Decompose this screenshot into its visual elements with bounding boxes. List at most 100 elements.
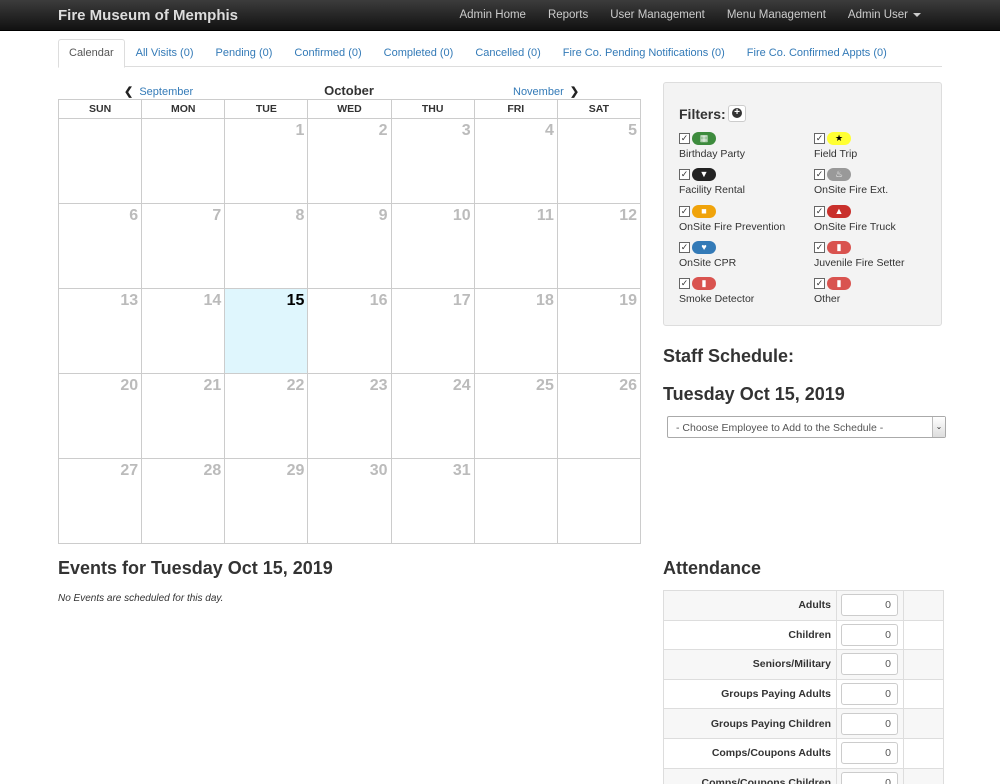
calendar-day-cell[interactable]: 11	[473, 203, 558, 289]
calendar-day-cell[interactable]: 25	[473, 373, 558, 459]
calendar-day-cell[interactable]: 18	[473, 288, 558, 374]
day-number: 13	[120, 292, 139, 309]
filter-item[interactable]: ✓ ▦ Birthday Party	[679, 132, 809, 167]
calendar-day-cell[interactable]: 6	[57, 203, 143, 289]
day-number: 5	[628, 122, 637, 139]
calendar-day-cell[interactable]: 22	[224, 373, 309, 459]
employee-select[interactable]: - Choose Employee to Add to the Schedule…	[667, 416, 946, 438]
tab-confirmed[interactable]: Confirmed (0)	[283, 39, 372, 66]
calendar-day-cell[interactable]: 29	[224, 458, 309, 544]
nav-user-management[interactable]: User Management	[599, 0, 716, 31]
nav-reports[interactable]: Reports	[537, 0, 599, 31]
calendar-day-cell[interactable]: 10	[390, 203, 475, 289]
attendance-count-input[interactable]: 0	[841, 771, 898, 784]
attendance-count-input[interactable]: 0	[841, 653, 898, 676]
calendar-day-cell[interactable]: 30	[307, 458, 392, 544]
filter-checkbox[interactable]: ✓	[679, 133, 690, 144]
attendance-input-cell: 0	[836, 619, 904, 651]
day-number: 19	[619, 292, 637, 309]
attendance-count-input[interactable]: 0	[841, 594, 898, 617]
add-filter-button[interactable]: +	[728, 105, 746, 122]
nav-menu-management[interactable]: Menu Management	[716, 0, 837, 31]
tab-pending[interactable]: Pending (0)	[205, 39, 284, 66]
day-number: 23	[369, 377, 388, 394]
calendar-day-cell[interactable]: 1	[224, 118, 309, 204]
calendar-day-cell[interactable]: 8	[224, 203, 309, 289]
filter-item[interactable]: ✓ ♥ OnSite CPR	[679, 240, 809, 276]
attendance-row: Groups Paying Adults 0	[663, 678, 944, 710]
road-icon: ▲	[827, 204, 851, 218]
filter-checkbox[interactable]: ✓	[814, 241, 825, 253]
filter-item[interactable]: ✓ ♨ OnSite Fire Ext.	[814, 168, 944, 203]
calendar-day-cell[interactable]: 7	[141, 203, 226, 289]
filter-item[interactable]: ✓ ▼ Facility Rental	[679, 168, 809, 203]
calendar-day-cell[interactable]: 4	[473, 118, 558, 204]
filter-checkbox[interactable]: ✓	[814, 205, 825, 217]
calendar-day-cell[interactable]: 9	[307, 203, 392, 289]
day-number: 22	[286, 377, 305, 394]
day-number: 9	[378, 207, 388, 224]
calendar-day-cell[interactable]: 5	[556, 118, 642, 204]
attendance-extra-cell	[903, 708, 944, 739]
calendar-day-cell[interactable]: 12	[556, 203, 642, 289]
attendance-extra-cell	[903, 767, 944, 784]
calendar-week-row: 13 14 15 16 17 18 19	[57, 288, 642, 374]
day-number: 28	[203, 462, 222, 479]
attendance-row: Comps/Coupons Adults 0	[663, 737, 944, 769]
nav-admin-home[interactable]: Admin Home	[448, 0, 536, 31]
nav-admin-user-dropdown[interactable]: Admin User	[837, 0, 932, 31]
tab-fire-co-confirmed[interactable]: Fire Co. Confirmed Appts (0)	[736, 39, 898, 66]
filter-label: Facility Rental	[679, 184, 745, 197]
tab-calendar[interactable]: Calendar	[58, 39, 125, 68]
filter-item[interactable]: ✓ ▲ OnSite Fire Truck	[814, 204, 944, 240]
brand-title[interactable]: Fire Museum of Memphis	[58, 7, 238, 24]
calendar-day-cell[interactable]: 14	[141, 288, 226, 374]
attendance-count-input[interactable]: 0	[841, 623, 898, 646]
tab-completed[interactable]: Completed (0)	[373, 39, 465, 66]
attendance-count-input[interactable]: 0	[841, 683, 898, 706]
filter-checkbox[interactable]: ✓	[814, 169, 825, 181]
filter-item[interactable]: ✓ ■ OnSite Fire Prevention	[679, 204, 809, 240]
attendance-count-input[interactable]: 0	[841, 712, 898, 735]
tab-all-visits[interactable]: All Visits (0)	[125, 39, 205, 66]
calendar-day-cell[interactable]: 27	[57, 458, 143, 544]
calendar-day-cell[interactable]: 17	[390, 288, 475, 374]
filter-checkbox[interactable]: ✓	[679, 169, 690, 181]
weekday-thu: THU	[390, 99, 475, 119]
calendar-day-cell[interactable]: 19	[556, 288, 642, 374]
next-month-link[interactable]: November ❯	[513, 85, 579, 98]
calendar-day-cell[interactable]: 31	[390, 458, 475, 544]
filter-label: Birthday Party	[679, 148, 745, 160]
calendar-day-cell[interactable]: 16	[307, 288, 392, 374]
filter-checkbox[interactable]: ✓	[679, 278, 690, 290]
star-icon: ★	[827, 132, 851, 145]
filter-item[interactable]: ✓ ▮ Smoke Detector	[679, 277, 809, 312]
attendance-count-input[interactable]: 0	[841, 742, 898, 765]
calendar-day-cell[interactable]: 26	[556, 373, 642, 459]
day-number: 10	[452, 207, 471, 224]
tab-fire-co-pending[interactable]: Fire Co. Pending Notifications (0)	[552, 39, 736, 66]
filter-checkbox[interactable]: ✓	[814, 278, 825, 290]
filter-item[interactable]: ✓ ▮ Other	[814, 277, 944, 312]
calendar-day-cell[interactable]: 28	[141, 458, 226, 544]
calendar-day-cell[interactable]: 21	[141, 373, 226, 459]
calendar-day-cell[interactable]: 2	[307, 118, 392, 204]
calendar-day-cell[interactable]: 13	[57, 288, 143, 374]
filter-checkbox[interactable]: ✓	[814, 133, 825, 144]
chevron-right-icon: ❯	[569, 86, 580, 98]
calendar-day-cell[interactable]: 20	[57, 373, 143, 459]
tab-cancelled[interactable]: Cancelled (0)	[464, 39, 551, 66]
filter-item[interactable]: ✓ ▮ Juvenile Fire Setter	[814, 240, 944, 276]
day-number: 3	[461, 122, 471, 139]
filter-label: Other	[814, 293, 841, 306]
calendar-day-cell[interactable]: 15	[224, 288, 309, 374]
filter-item[interactable]: ✓ ★ Field Trip	[814, 132, 944, 167]
filter-checkbox[interactable]: ✓	[679, 205, 690, 217]
day-number: 21	[203, 377, 222, 394]
calendar-day-cell[interactable]: 23	[307, 373, 392, 459]
day-number: 31	[452, 462, 471, 479]
filter-checkbox[interactable]: ✓	[679, 241, 690, 253]
calendar-day-cell[interactable]: 3	[390, 118, 475, 204]
weekday-header-row: SUN MON TUE WED THU FRI SAT	[57, 99, 642, 119]
calendar-day-cell[interactable]: 24	[390, 373, 475, 459]
